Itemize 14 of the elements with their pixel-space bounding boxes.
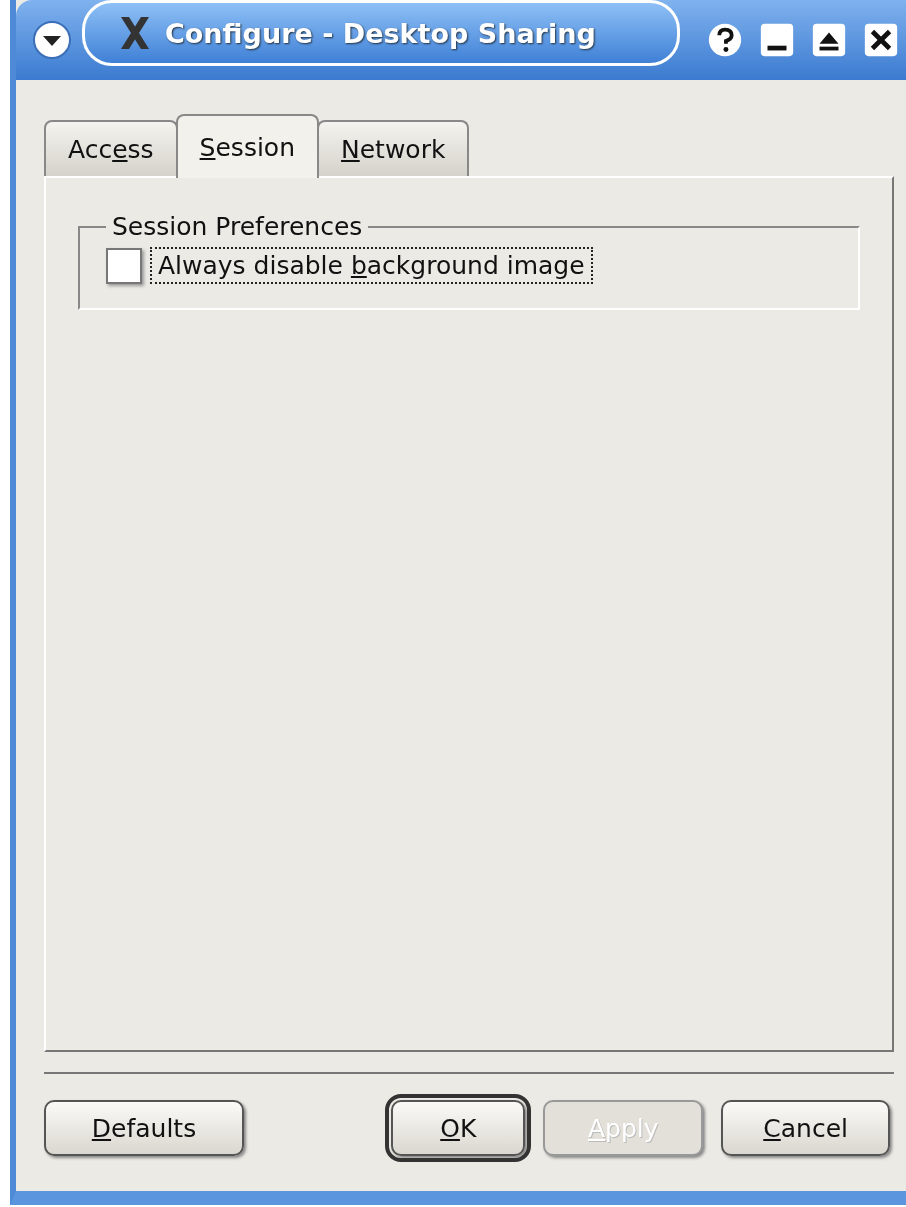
tab[interactable]: Session xyxy=(175,114,319,178)
tab[interactable]: Access xyxy=(44,120,178,176)
window-title: Configure - Desktop Sharing xyxy=(165,17,596,49)
dialog-button[interactable]: Defaults xyxy=(44,1100,244,1156)
dialog-button[interactable]: Cancel xyxy=(721,1100,890,1156)
minimize-icon[interactable] xyxy=(758,21,796,59)
tab[interactable]: Network xyxy=(317,120,470,176)
checkbox[interactable] xyxy=(106,247,142,284)
window-menu-icon[interactable] xyxy=(32,20,72,60)
maximize-icon[interactable] xyxy=(810,21,848,59)
close-icon[interactable] xyxy=(862,21,900,59)
checkbox-label[interactable]: Always disable background image xyxy=(150,247,593,284)
help-icon[interactable] xyxy=(706,21,744,59)
group-title: Session Preferences xyxy=(111,212,364,241)
